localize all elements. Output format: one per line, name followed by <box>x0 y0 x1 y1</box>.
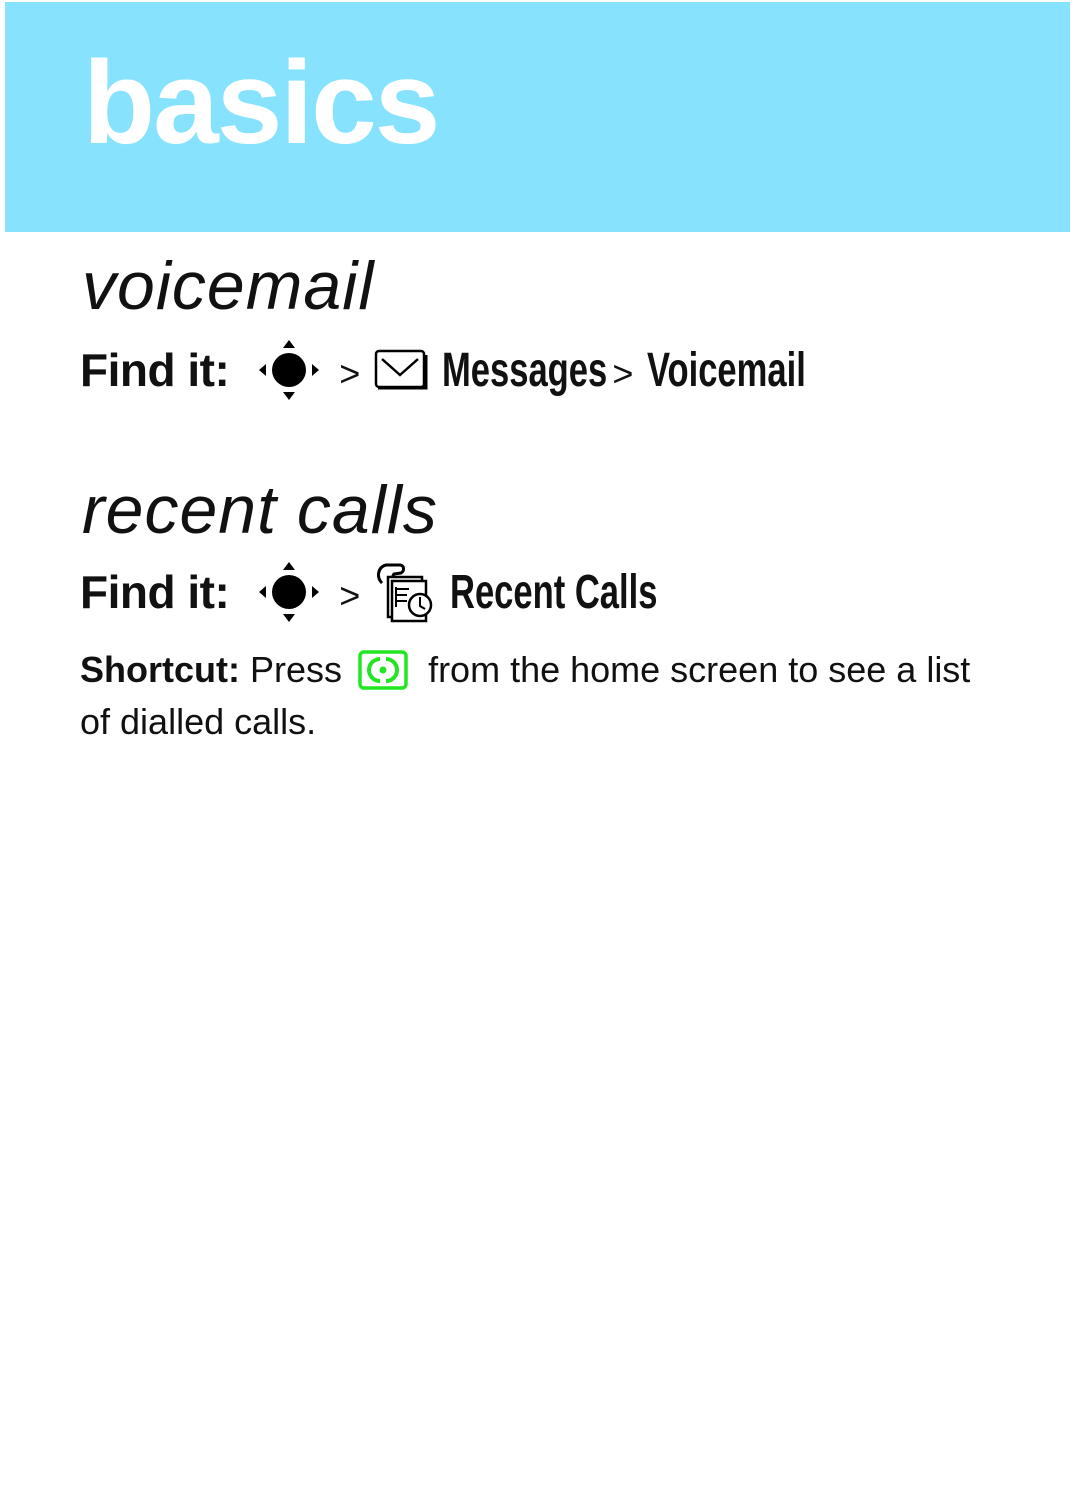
recent-calls-heading: recent calls <box>82 472 438 548</box>
path-separator: > <box>339 575 361 616</box>
recent-calls-icon <box>377 563 433 623</box>
menu-item-messages: Messages <box>442 343 608 397</box>
banner-title: basics <box>83 37 440 169</box>
shortcut-text-before: Press <box>250 649 343 690</box>
nav-key-icon <box>259 340 320 400</box>
voicemail-heading: voicemail <box>82 248 375 324</box>
send-key-icon <box>358 650 408 690</box>
find-it-label: Find it: <box>80 344 230 396</box>
shortcut-tip: Shortcut: Press from the home screen to … <box>80 644 1000 748</box>
menu-item-recent-calls: Recent Calls <box>450 565 658 619</box>
path-separator: > <box>612 353 634 394</box>
section-banner: basics <box>5 2 1070 232</box>
menu-item-voicemail: Voicemail <box>647 343 807 397</box>
nav-key-icon <box>259 562 320 622</box>
shortcut-label: Shortcut: <box>80 649 240 690</box>
voicemail-find-it: Find it: > Messages > Voicemail <box>80 338 868 402</box>
recent-calls-find-it: Find it: > Recent Calls <box>80 560 738 624</box>
envelope-icon <box>375 349 428 390</box>
path-separator: > <box>339 353 361 394</box>
find-it-label: Find it: <box>80 566 230 618</box>
